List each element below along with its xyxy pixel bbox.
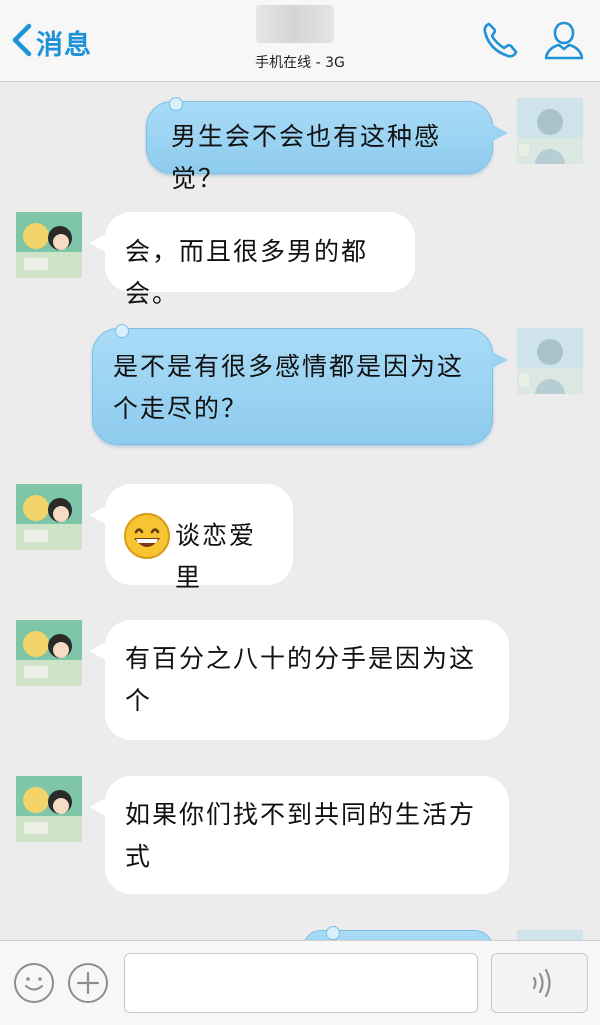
emoji-button[interactable] [14, 963, 54, 1003]
more-options-button[interactable] [68, 963, 108, 1003]
bubble-decoration [169, 97, 183, 111]
avatar-image [517, 98, 583, 164]
contact-profile-button[interactable] [542, 18, 586, 62]
message-bubble-incoming[interactable]: 会，而且很多男的都会。 [89, 212, 415, 308]
avatar-image [16, 620, 82, 686]
message-bubble-incoming[interactable]: 谈恋爱里 [89, 484, 293, 592]
voice-wave-icon [532, 968, 551, 998]
message-text: 男生会不会也有这种感觉？ [171, 122, 442, 193]
contact-name-redacted[interactable] [256, 5, 334, 43]
message-bubble-incoming[interactable]: 如果你们找不到共同的生活方式 [89, 776, 509, 894]
plus-icon [76, 971, 100, 995]
grinning-face-emoji-icon [123, 512, 171, 560]
chat-header: 消息 手机在线 - 3G [0, 0, 600, 82]
message-text: 是不是有很多感情都是因为这个走尽的？ [113, 352, 465, 423]
avatar-image [16, 212, 82, 278]
avatar-image [16, 484, 82, 550]
message-text: 如果你们找不到共同的生活方式 [125, 800, 477, 871]
phone-call-button[interactable] [478, 18, 522, 62]
person-icon [544, 21, 584, 60]
message-text: 有百分之八十的分手是因为这个 [125, 644, 477, 715]
contact-avatar[interactable] [16, 484, 82, 550]
input-bar [0, 940, 600, 1025]
avatar-image [517, 328, 583, 394]
contact-avatar[interactable] [16, 620, 82, 686]
bubble-decoration [326, 926, 340, 940]
phone-icon [483, 22, 518, 58]
message-bubble-outgoing[interactable]: 男生会不会也有这种感觉？ [146, 97, 508, 193]
message-text: 谈恋爱里 [175, 521, 257, 592]
my-avatar[interactable] [517, 98, 583, 164]
bubble-decoration [115, 324, 129, 338]
avatar-image [16, 776, 82, 842]
message-text: 会，而且很多男的都会。 [125, 237, 369, 308]
smiley-icon [25, 977, 43, 991]
contact-avatar[interactable] [16, 212, 82, 278]
my-avatar[interactable] [517, 328, 583, 394]
message-bubble-outgoing[interactable]: 是不是有很多感情都是因为这个走尽的？ [92, 324, 508, 445]
contact-avatar[interactable] [16, 776, 82, 842]
voice-button[interactable] [491, 953, 588, 1013]
message-bubble-incoming[interactable]: 有百分之八十的分手是因为这个 [89, 620, 509, 740]
message-input[interactable] [124, 953, 478, 1013]
